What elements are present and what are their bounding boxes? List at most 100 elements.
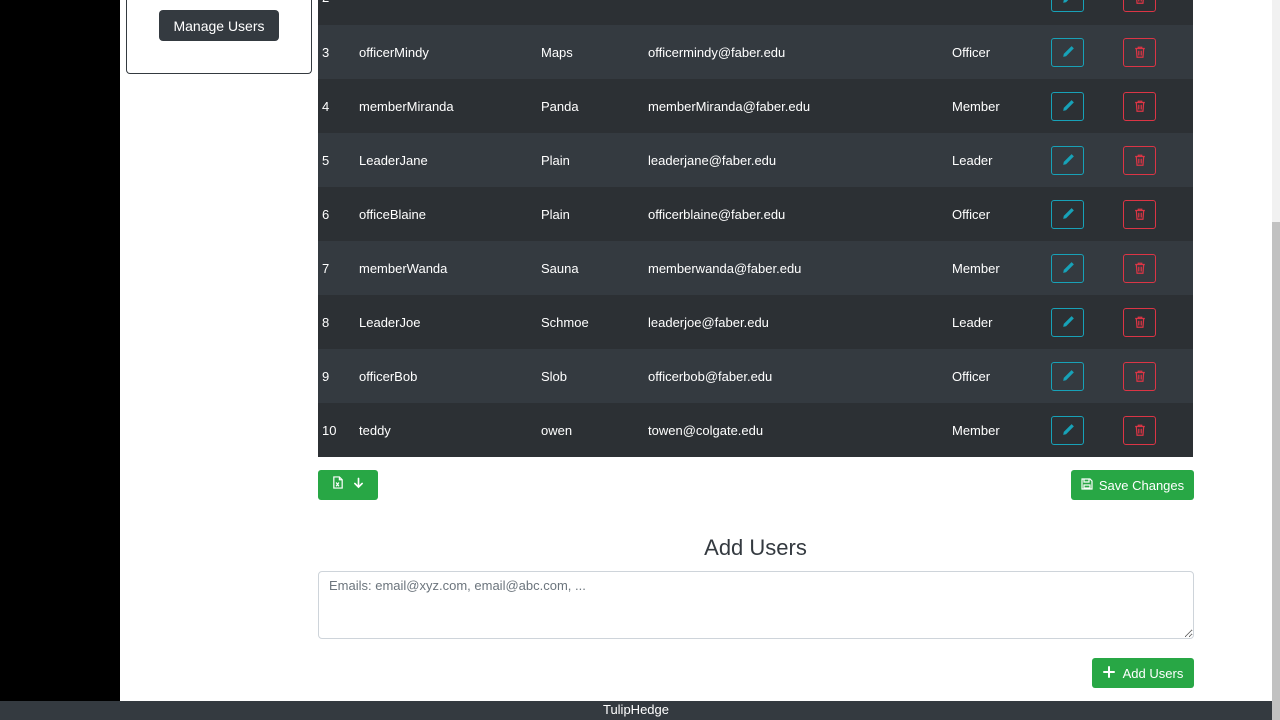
page-scrollbar[interactable] bbox=[1272, 0, 1280, 720]
role-cell: Leader bbox=[952, 314, 993, 330]
edit-user-button[interactable] bbox=[1051, 361, 1084, 391]
file-excel-icon bbox=[332, 476, 344, 494]
role-cell: Officer bbox=[952, 206, 991, 222]
user-id-cell: 9 bbox=[322, 368, 330, 384]
add-users-heading: Add Users bbox=[704, 535, 807, 560]
email-cell: leaderjane@faber.edu bbox=[648, 152, 777, 168]
username-cell: teddy bbox=[359, 422, 391, 438]
edit-user-button[interactable] bbox=[1051, 145, 1084, 175]
username-cell: memberWanda bbox=[359, 260, 448, 276]
email-cell: memberMiranda@faber.edu bbox=[648, 98, 811, 114]
delete-cell bbox=[1123, 307, 1193, 337]
delete-user-button[interactable] bbox=[1123, 37, 1156, 67]
manage-users-button[interactable]: Manage Users bbox=[159, 10, 279, 41]
edit-cell bbox=[1051, 199, 1123, 229]
delete-cell bbox=[1123, 145, 1193, 175]
trash-icon bbox=[1133, 45, 1147, 59]
table-row: 10 teddy owen towen@colgate.edu Member bbox=[318, 403, 1193, 457]
role-cell: Member bbox=[952, 260, 1000, 276]
delete-user-button[interactable] bbox=[1123, 199, 1156, 229]
edit-cell bbox=[1051, 307, 1123, 337]
arrow-down-icon bbox=[353, 476, 364, 494]
last-name-cell: Slob bbox=[541, 368, 568, 384]
footer-brand: TulipHedge bbox=[602, 702, 669, 717]
last-name-cell: Panda bbox=[541, 98, 579, 114]
delete-cell bbox=[1123, 0, 1193, 12]
delete-user-button[interactable] bbox=[1123, 415, 1156, 445]
table-row: 4 memberMiranda Panda memberMiranda@faber.e… bbox=[318, 79, 1193, 133]
trash-icon bbox=[1133, 153, 1147, 167]
table-row: 6 officeBlaine Plain officerblaine@faber.ed… bbox=[318, 187, 1193, 241]
last-name-cell: Plain bbox=[541, 152, 570, 168]
table-row: 2 bbox=[318, 0, 1193, 25]
username-cell: officerBob bbox=[359, 368, 418, 384]
last-name-cell: Maps bbox=[541, 44, 573, 60]
delete-cell bbox=[1123, 199, 1193, 229]
delete-cell bbox=[1123, 253, 1193, 283]
edit-user-button[interactable] bbox=[1051, 0, 1084, 12]
username-cell: LeaderJoe bbox=[359, 314, 421, 330]
delete-cell bbox=[1123, 37, 1193, 67]
email-cell: officerblaine@faber.edu bbox=[648, 206, 786, 222]
trash-icon bbox=[1133, 99, 1147, 113]
role-cell: Officer bbox=[952, 368, 991, 384]
table-row: 7 memberWanda Sauna memberwanda@faber.edu Me… bbox=[318, 241, 1193, 295]
scrollbar-thumb[interactable] bbox=[1272, 222, 1280, 720]
edit-cell bbox=[1051, 91, 1123, 121]
edit-user-button[interactable] bbox=[1051, 253, 1084, 283]
username-cell: officerMindy bbox=[359, 44, 429, 60]
last-name-cell: Schmoe bbox=[541, 314, 589, 330]
email-cell: leaderjoe@faber.edu bbox=[648, 314, 769, 330]
role-cell: Member bbox=[952, 98, 1000, 114]
pencil-icon bbox=[1061, 99, 1075, 113]
add-users-label: Add Users bbox=[1122, 665, 1184, 681]
delete-user-button[interactable] bbox=[1123, 145, 1156, 175]
username-cell: officeBlaine bbox=[359, 206, 426, 222]
user-id-cell: 3 bbox=[322, 44, 330, 60]
delete-cell bbox=[1123, 91, 1193, 121]
emails-input[interactable] bbox=[318, 571, 1194, 639]
user-id-cell: 10 bbox=[322, 422, 337, 438]
trash-icon bbox=[1133, 0, 1147, 5]
edit-cell bbox=[1051, 415, 1123, 445]
username-cell: LeaderJane bbox=[359, 152, 428, 168]
user-id-cell: 2 bbox=[318, 0, 359, 5]
role-cell: Leader bbox=[952, 152, 993, 168]
page: Manage Users 2 3 officerMindy Maps officermi… bbox=[120, 0, 1272, 720]
pencil-icon bbox=[1061, 315, 1075, 329]
last-name-cell: Sauna bbox=[541, 260, 579, 276]
save-changes-button[interactable]: Save Changes bbox=[1071, 470, 1194, 500]
edit-user-button[interactable] bbox=[1051, 37, 1084, 67]
pencil-icon bbox=[1061, 261, 1075, 275]
table-row: 3 officerMindy Maps officermindy@faber.edu O… bbox=[318, 25, 1193, 79]
edit-user-button[interactable] bbox=[1051, 307, 1084, 337]
delete-user-button[interactable] bbox=[1123, 307, 1156, 337]
plus-icon bbox=[1102, 665, 1115, 681]
trash-icon bbox=[1133, 207, 1147, 221]
delete-user-button[interactable] bbox=[1123, 253, 1156, 283]
delete-cell bbox=[1123, 415, 1193, 445]
email-cell: officermindy@faber.edu bbox=[648, 44, 786, 60]
export-excel-button[interactable] bbox=[318, 470, 378, 500]
add-users-button[interactable]: Add Users bbox=[1092, 658, 1194, 688]
edit-cell bbox=[1051, 145, 1123, 175]
delete-user-button[interactable] bbox=[1123, 0, 1156, 12]
role-cell: Member bbox=[952, 422, 1000, 438]
edit-cell bbox=[1051, 0, 1123, 12]
user-id-cell: 7 bbox=[322, 260, 330, 276]
delete-user-button[interactable] bbox=[1123, 91, 1156, 121]
edit-user-button[interactable] bbox=[1051, 91, 1084, 121]
edit-user-button[interactable] bbox=[1051, 199, 1084, 229]
sidebar-card: Manage Users bbox=[126, 0, 312, 74]
user-id-cell: 4 bbox=[322, 98, 330, 114]
trash-icon bbox=[1133, 369, 1147, 383]
save-changes-label: Save Changes bbox=[1098, 477, 1185, 493]
pencil-icon bbox=[1061, 207, 1075, 221]
last-name-cell: Plain bbox=[541, 206, 570, 222]
user-id-cell: 8 bbox=[322, 314, 330, 330]
edit-user-button[interactable] bbox=[1051, 415, 1084, 445]
delete-user-button[interactable] bbox=[1123, 361, 1156, 391]
table-row: 9 officerBob Slob officerbob@faber.edu Offic… bbox=[318, 349, 1193, 403]
username-cell: memberMiranda bbox=[359, 98, 454, 114]
pencil-icon bbox=[1061, 45, 1075, 59]
